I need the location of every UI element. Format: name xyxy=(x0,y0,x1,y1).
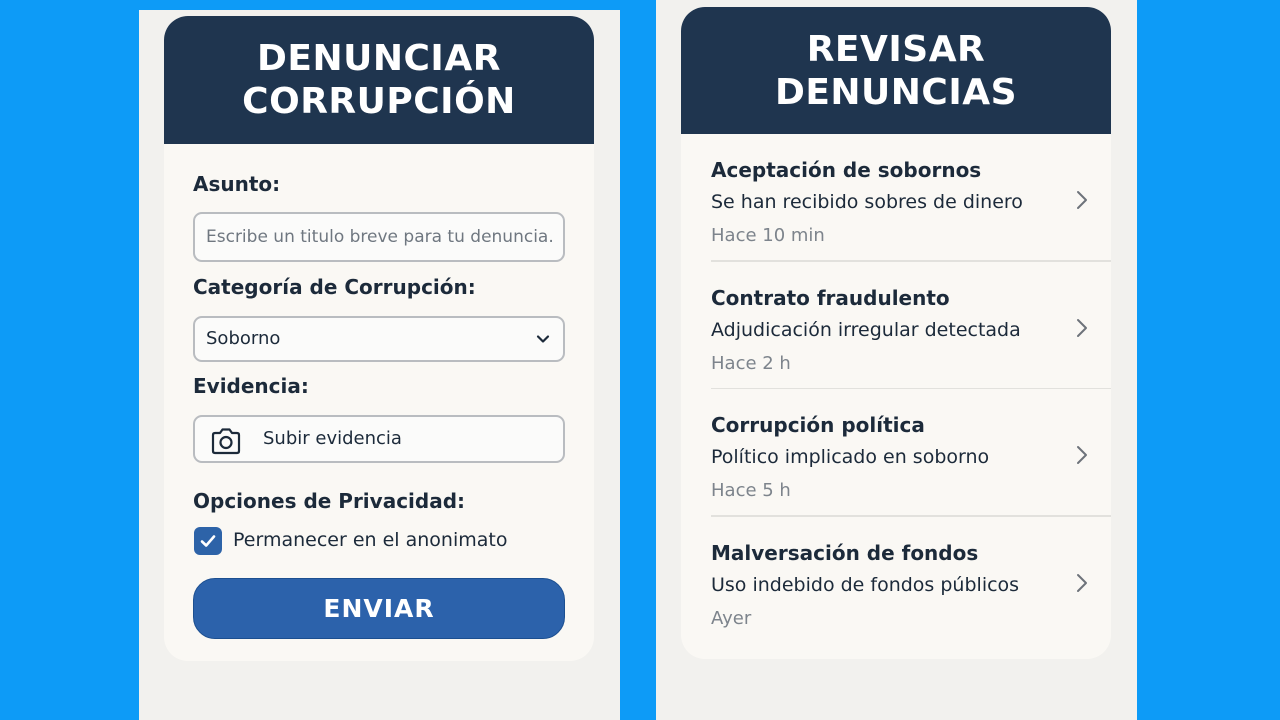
subject-label: Asunto: xyxy=(193,172,281,196)
item-timestamp: Ayer xyxy=(711,607,752,629)
category-select[interactable]: Soborno xyxy=(193,316,565,362)
upload-evidence-button[interactable]: Subir evidencia xyxy=(193,415,565,463)
chevron-right-icon xyxy=(1077,573,1087,592)
upload-evidence-label: Subir evidencia xyxy=(263,428,402,449)
report-title-line1: DENUNCIAR xyxy=(257,38,501,79)
evidence-label: Evidencia: xyxy=(193,374,309,398)
item-timestamp: Hace 5 h xyxy=(711,480,791,501)
item-description: Político implicado en soborno xyxy=(711,446,990,468)
report-title-line2: CORRUPCIÓN xyxy=(242,81,516,122)
subject-input[interactable] xyxy=(195,214,563,260)
item-description: Adjudicación irregular detectada xyxy=(711,318,1021,341)
item-description: Uso indebido de fondos públicos xyxy=(711,573,1020,596)
anonymous-label[interactable]: Permanecer en el anonimato xyxy=(233,529,507,551)
submit-button[interactable]: ENVIAR xyxy=(193,578,565,639)
review-title-line2: DENUNCIAS xyxy=(774,71,1018,113)
privacy-label: Opciones de Privacidad: xyxy=(193,489,466,513)
list-item[interactable]: Corrupción política Político implicado e… xyxy=(681,389,1111,517)
chevron-right-icon xyxy=(1077,191,1087,209)
item-description: Se han recibido sobres de dinero xyxy=(711,191,1023,213)
list-item[interactable]: Malversación de fondos Uso indebido de f… xyxy=(681,517,1111,645)
checkmark-icon xyxy=(200,535,216,547)
chevron-right-icon xyxy=(1077,318,1087,337)
category-label: Categoría de Corrupción: xyxy=(193,275,476,299)
review-screen: REVISAR DENUNCIAS Aceptación de sobornos… xyxy=(656,0,1137,720)
item-title: Contrato fraudulento xyxy=(711,285,950,310)
item-title: Corrupción política xyxy=(711,413,925,437)
report-card: DENUNCIAR CORRUPCIÓN Asunto: Categoría d… xyxy=(164,16,594,661)
anonymous-checkbox[interactable] xyxy=(194,527,222,555)
report-screen: DENUNCIAR CORRUPCIÓN Asunto: Categoría d… xyxy=(139,10,620,720)
list-item[interactable]: Contrato fraudulento Adjudicación irregu… xyxy=(681,262,1111,389)
review-card: REVISAR DENUNCIAS Aceptación de sobornos… xyxy=(681,7,1111,659)
chevron-right-icon xyxy=(1077,446,1087,464)
report-list: Aceptación de sobornos Se han recibido s… xyxy=(681,134,1111,644)
review-title-line1: REVISAR xyxy=(806,28,986,70)
category-selected-value: Soborno xyxy=(206,328,281,349)
item-title: Malversación de fondos xyxy=(711,540,979,565)
camera-icon xyxy=(211,428,241,455)
list-item[interactable]: Aceptación de sobornos Se han recibido s… xyxy=(681,134,1111,262)
item-timestamp: Hace 10 min xyxy=(711,225,825,246)
item-timestamp: Hace 2 h xyxy=(711,352,791,374)
item-title: Aceptación de sobornos xyxy=(711,158,982,182)
report-header: DENUNCIAR CORRUPCIÓN xyxy=(164,16,594,144)
review-header: REVISAR DENUNCIAS xyxy=(681,7,1111,134)
subject-field-box xyxy=(193,212,565,262)
chevron-down-icon xyxy=(536,335,550,343)
